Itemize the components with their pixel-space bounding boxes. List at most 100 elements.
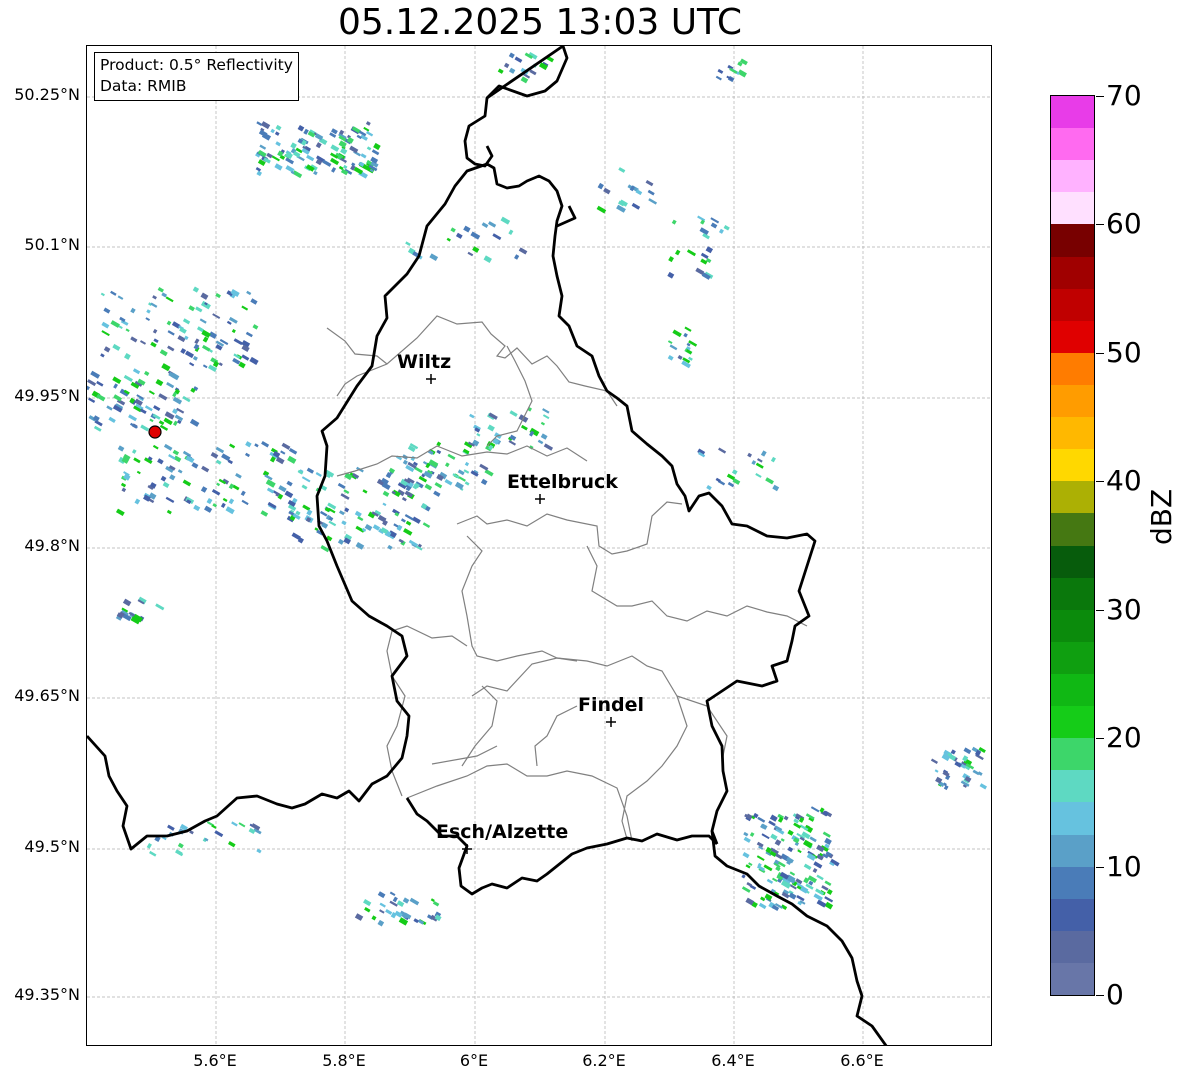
- echo-pixel: [231, 821, 238, 827]
- echo-pixel: [540, 421, 546, 426]
- city-label-esch-alzette: Esch/Alzette: [436, 821, 569, 843]
- echo-pixel: [487, 424, 495, 432]
- echo-pixel: [410, 455, 416, 462]
- echo-pixel: [306, 509, 313, 516]
- echo-pixel: [185, 350, 195, 359]
- echo-pixel: [189, 418, 200, 427]
- echo-pixel: [822, 831, 831, 838]
- echo-pixel: [343, 489, 350, 495]
- echo-pixel: [280, 450, 286, 455]
- colorbar-swatch: [1051, 513, 1094, 546]
- echo-pixel: [225, 506, 235, 515]
- echo-pixel: [133, 457, 141, 464]
- echo-pixel: [542, 414, 550, 420]
- echo-pixel: [385, 909, 393, 915]
- echo-pixel: [537, 439, 544, 445]
- echo-pixel: [286, 480, 293, 487]
- echo-pixel: [261, 121, 271, 130]
- echo-pixel: [742, 851, 750, 859]
- echo-pixel: [192, 286, 200, 293]
- echo-pixel: [686, 249, 697, 257]
- echo-pixel: [249, 356, 259, 366]
- echo-pixel: [400, 518, 406, 523]
- echo-pixel: [706, 485, 712, 491]
- echo-pixel: [648, 198, 658, 205]
- echo-pixel: [597, 182, 604, 190]
- echo-pixel: [402, 459, 408, 465]
- echo-pixel: [140, 424, 150, 432]
- echo-pixel: [616, 204, 626, 213]
- lon-tick-label: 5.8°E: [322, 1051, 366, 1070]
- echo-pixel: [301, 484, 308, 490]
- radar-map[interactable]: [86, 45, 992, 1046]
- echo-pixel: [260, 510, 269, 517]
- echo-pixel: [331, 167, 337, 173]
- echo-pixel: [409, 897, 420, 906]
- echo-pixel: [672, 329, 682, 338]
- echo-pixel: [146, 843, 152, 849]
- colorbar-swatch: [1051, 738, 1094, 771]
- echo-pixel: [313, 170, 318, 176]
- echo-pixel: [668, 256, 674, 263]
- echo-pixel: [700, 258, 708, 265]
- echo-pixel: [139, 408, 147, 415]
- echo-pixel: [807, 875, 817, 883]
- echo-pixel: [405, 241, 411, 246]
- echo-pixel: [191, 462, 199, 469]
- echo-pixel: [235, 473, 242, 479]
- echo-pixel: [182, 318, 191, 325]
- echo-pixel: [167, 330, 175, 336]
- echo-pixel: [100, 353, 105, 358]
- echo-pixel: [789, 871, 796, 876]
- colorbar-tick-label: 0: [1106, 978, 1124, 1011]
- echo-pixel: [259, 144, 267, 150]
- city-label-findel: Findel: [578, 694, 645, 716]
- echo-pixel: [108, 416, 116, 423]
- echo-pixel: [254, 443, 259, 448]
- echo-pixel: [731, 469, 738, 475]
- echo-pixel: [150, 341, 157, 348]
- echo-pixel: [281, 442, 291, 450]
- echo-pixel: [306, 467, 315, 474]
- echo-pixel: [200, 292, 209, 300]
- echo-pixel: [227, 841, 236, 848]
- echo-pixel: [261, 440, 270, 448]
- echo-pixel: [194, 338, 200, 345]
- echo-pixel: [542, 408, 550, 414]
- echo-pixel: [433, 490, 441, 497]
- echo-pixel: [371, 915, 377, 921]
- colorbar-swatch: [1051, 288, 1094, 321]
- echo-pixel: [96, 380, 104, 387]
- colorbar-swatch: [1051, 160, 1094, 193]
- colorbar-tick: [1096, 96, 1104, 97]
- echo-pixel: [377, 891, 386, 899]
- echo-pixel: [284, 490, 294, 499]
- echo-pixel: [166, 382, 175, 389]
- echo-pixel: [756, 855, 765, 861]
- colorbar-swatch: [1051, 128, 1094, 161]
- echo-pixel: [206, 498, 213, 505]
- echo-pixel: [218, 362, 223, 367]
- echo-pixel: [715, 75, 722, 81]
- echo-pixel: [432, 900, 440, 907]
- echo-pixel: [215, 446, 225, 454]
- colorbar-tick: [1096, 867, 1104, 868]
- echo-pixel: [149, 418, 154, 423]
- echo-pixel: [450, 227, 456, 233]
- echo-pixel: [222, 497, 228, 502]
- echo-pixel: [144, 405, 153, 412]
- echo-pixel: [401, 497, 407, 502]
- echo-pixel: [288, 448, 298, 455]
- colorbar-tick: [1096, 224, 1104, 225]
- echo-pixel: [467, 251, 474, 257]
- echo-pixel: [463, 469, 470, 474]
- echo-pixel: [211, 489, 221, 496]
- echo-pixel: [497, 68, 504, 74]
- echo-pixel: [339, 510, 345, 516]
- echo-pixel: [812, 868, 818, 873]
- echo-pixel: [667, 355, 674, 361]
- echo-pixel: [337, 538, 344, 545]
- echo-pixel: [195, 306, 203, 313]
- echo-pixel: [193, 504, 201, 512]
- colorbar-tick: [1096, 610, 1104, 611]
